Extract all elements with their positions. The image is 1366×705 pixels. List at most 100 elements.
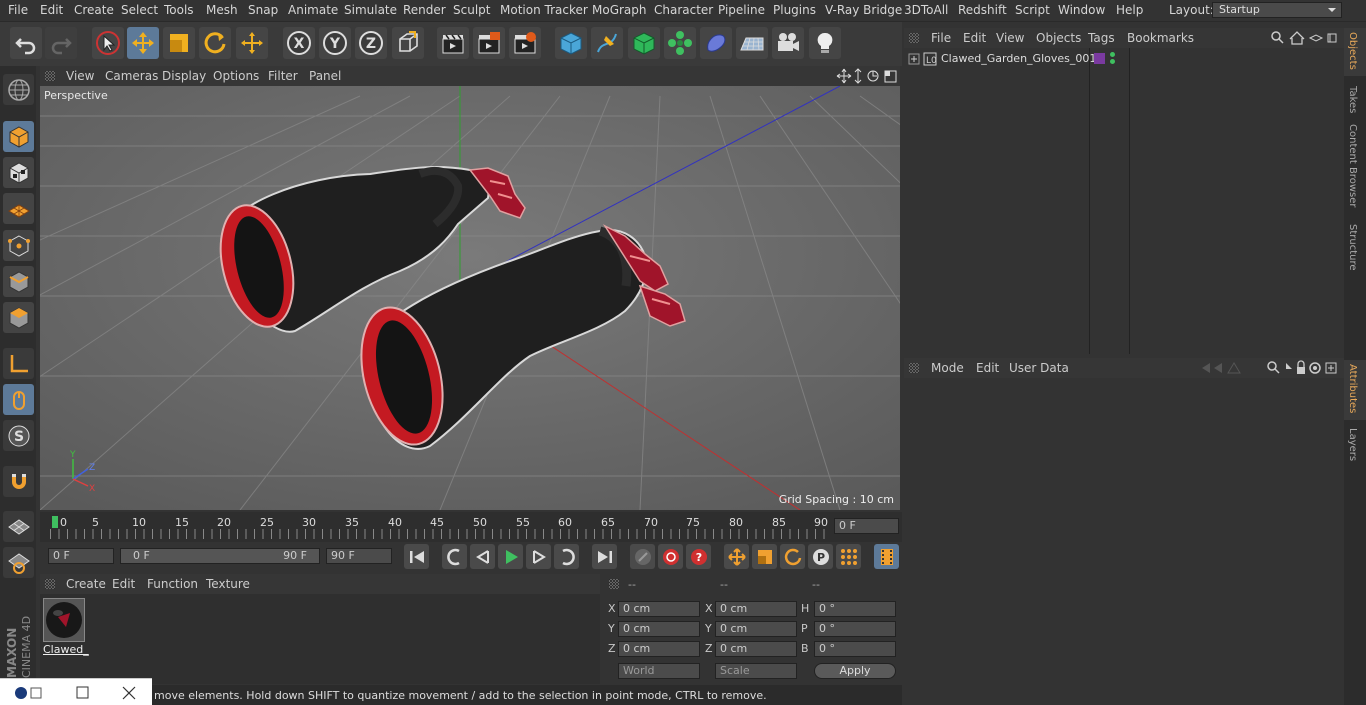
attribute-menu-mode[interactable]: Mode	[931, 361, 964, 375]
render-settings-button[interactable]	[509, 27, 541, 59]
next-frame-button[interactable]	[526, 544, 551, 569]
motion-record-button[interactable]	[630, 544, 655, 569]
scale-tool-button[interactable]	[163, 27, 195, 59]
select-tool-button[interactable]	[92, 27, 124, 59]
cube-object-button[interactable]	[555, 27, 587, 59]
redo-button[interactable]	[45, 27, 77, 59]
object-menu-tags[interactable]: Tags	[1088, 31, 1115, 45]
panel-grip[interactable]	[909, 363, 919, 373]
menu-sculpt[interactable]: Sculpt	[453, 3, 490, 17]
rotate-tool-button[interactable]	[199, 27, 231, 59]
subdivision-button[interactable]	[628, 27, 660, 59]
menu-window[interactable]: Window	[1058, 3, 1105, 17]
rotation-p-field[interactable]: 0 °	[814, 621, 896, 637]
panel-grip[interactable]	[45, 579, 55, 589]
end-frame-field[interactable]: 90 F	[326, 548, 392, 564]
close-icon[interactable]	[122, 686, 136, 700]
expand-plus-icon[interactable]	[908, 53, 920, 65]
locked-workplane-button[interactable]	[3, 547, 34, 578]
texture-mode-button[interactable]	[3, 157, 34, 188]
menu-file[interactable]: File	[8, 3, 28, 17]
material-swatch[interactable]	[43, 598, 85, 642]
record-button[interactable]	[658, 544, 683, 569]
points-mode-button[interactable]	[3, 230, 34, 261]
panel-grip[interactable]	[609, 579, 619, 589]
maximize-icon[interactable]	[76, 686, 90, 700]
light-button[interactable]	[809, 27, 841, 59]
viewport-menu-view[interactable]: View	[66, 69, 94, 83]
edges-mode-button[interactable]	[3, 266, 34, 297]
viewport-menu-cameras[interactable]: Cameras	[105, 69, 158, 83]
object-row[interactable]: L0 Clawed_Garden_Gloves_001	[904, 50, 1344, 68]
material-name[interactable]: Clawed_	[43, 643, 89, 656]
object-menu-edit[interactable]: Edit	[963, 31, 986, 45]
goto-end-button[interactable]	[592, 544, 617, 569]
polygons-mode-button[interactable]	[3, 302, 34, 333]
solo-mode-button[interactable]: S	[3, 420, 34, 451]
mograph-cloner-button[interactable]	[664, 27, 696, 59]
tab-structure[interactable]: Structure	[1347, 224, 1358, 271]
menu-simulate[interactable]: Simulate	[344, 3, 397, 17]
move-tool-button[interactable]	[127, 27, 159, 59]
rotation-h-field[interactable]: 0 °	[814, 601, 896, 617]
material-menu-function[interactable]: Function	[147, 577, 198, 591]
object-name[interactable]: Clawed_Garden_Gloves_001	[941, 52, 1096, 65]
menu-3dtoall[interactable]: 3DToAll	[904, 3, 948, 17]
deformer-button[interactable]	[700, 27, 732, 59]
tweak-mode-button[interactable]	[3, 384, 34, 415]
snap-button[interactable]	[3, 466, 34, 497]
attribute-panel-icons[interactable]	[1200, 360, 1342, 376]
size-x-field[interactable]: 0 cm	[715, 601, 797, 617]
menu-select[interactable]: Select	[121, 3, 158, 17]
object-panel-icons[interactable]	[1270, 30, 1342, 46]
autokey-button[interactable]: ?	[686, 544, 711, 569]
coordinate-system-button[interactable]	[392, 27, 424, 59]
model-mode-button[interactable]	[3, 121, 34, 152]
material-menu-create[interactable]: Create	[66, 577, 106, 591]
panel-grip[interactable]	[909, 33, 919, 43]
play-button[interactable]	[498, 544, 523, 569]
attribute-menu-user-data[interactable]: User Data	[1009, 361, 1069, 375]
menu-render[interactable]: Render	[403, 3, 446, 17]
undo-button[interactable]	[10, 27, 42, 59]
object-menu-bookmarks[interactable]: Bookmarks	[1127, 31, 1194, 45]
viewport-menu-display[interactable]: Display	[162, 69, 206, 83]
key-rotation-button[interactable]	[780, 544, 805, 569]
layer-color-swatch[interactable]	[1094, 53, 1105, 64]
object-menu-objects[interactable]: Objects	[1036, 31, 1081, 45]
frame-range-slider[interactable]: 0 F 90 F	[120, 548, 320, 564]
z-axis-lock-button[interactable]: Z	[355, 27, 387, 59]
render-region-button[interactable]	[473, 27, 505, 59]
timeline-ruler[interactable]: 0 5 10 15 20 25 30 35 40 45 50 55 60 65 …	[40, 512, 902, 542]
rotation-b-field[interactable]: 0 °	[814, 641, 896, 657]
prev-keyframe-button[interactable]	[442, 544, 467, 569]
menu-snap[interactable]: Snap	[248, 3, 278, 17]
camera-button[interactable]	[772, 27, 804, 59]
menu-animate[interactable]: Animate	[288, 3, 338, 17]
viewport-menu-filter[interactable]: Filter	[268, 69, 298, 83]
make-editable-button[interactable]	[3, 74, 34, 105]
menu-help[interactable]: Help	[1116, 3, 1143, 17]
menu-script[interactable]: Script	[1015, 3, 1050, 17]
floor-button[interactable]	[736, 27, 768, 59]
attribute-menu-edit[interactable]: Edit	[976, 361, 999, 375]
workplane-lock-button[interactable]	[3, 511, 34, 542]
next-keyframe-button[interactable]	[554, 544, 579, 569]
last-tool-button[interactable]	[236, 27, 268, 59]
viewport-menu-panel[interactable]: Panel	[309, 69, 341, 83]
menu-plugins[interactable]: Plugins	[773, 3, 816, 17]
object-menu-view[interactable]: View	[996, 31, 1024, 45]
menu-mograph[interactable]: MoGraph	[592, 3, 647, 17]
key-position-button[interactable]	[724, 544, 749, 569]
menu-pipeline[interactable]: Pipeline	[718, 3, 765, 17]
playhead[interactable]	[52, 516, 58, 528]
render-visibility-dot[interactable]	[1110, 59, 1115, 64]
menu-redshift[interactable]: Redshift	[958, 3, 1007, 17]
apply-button[interactable]: Apply	[814, 663, 896, 679]
object-menu-file[interactable]: File	[931, 31, 951, 45]
layout-select[interactable]: Startup	[1212, 2, 1342, 18]
key-scale-button[interactable]	[752, 544, 777, 569]
tab-attributes[interactable]: Attributes	[1347, 364, 1358, 413]
menu-create[interactable]: Create	[74, 3, 114, 17]
editor-visibility-dot[interactable]	[1110, 52, 1115, 57]
